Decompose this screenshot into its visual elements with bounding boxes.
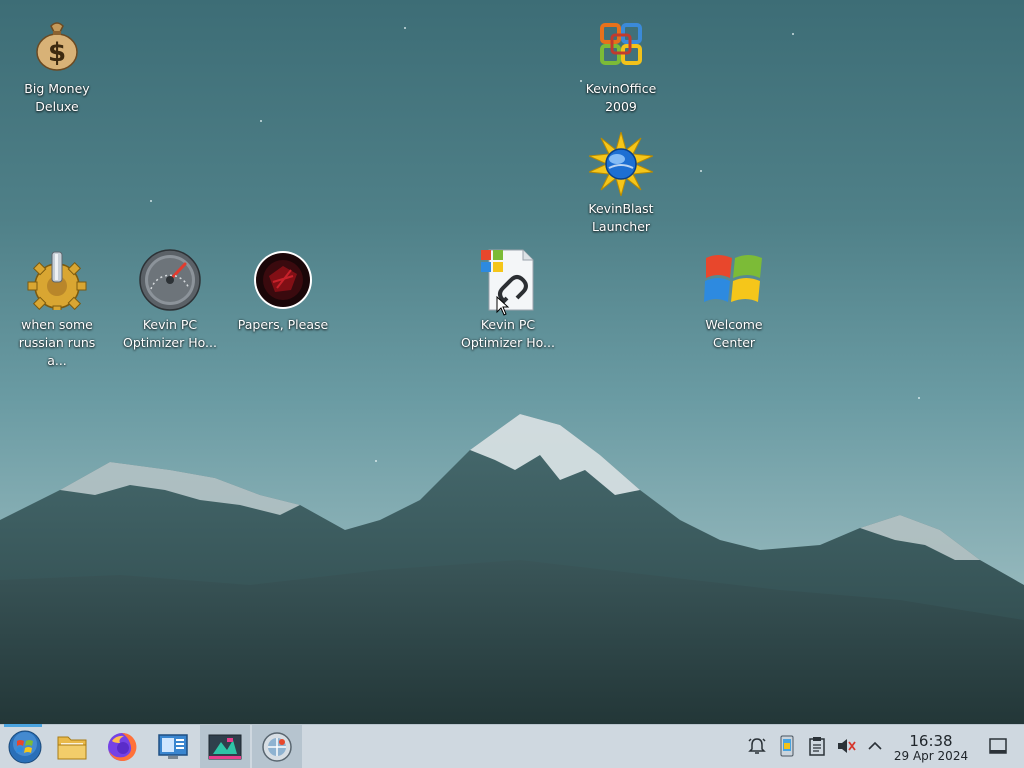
- desktop-icon-label: Kevin PC Optimizer Ho...: [461, 317, 555, 350]
- desktop-icon-label: Welcome Center: [705, 317, 763, 350]
- firefox-icon: [108, 732, 137, 761]
- clipboard-icon: [809, 737, 825, 756]
- active-window-button[interactable]: [252, 725, 302, 768]
- svg-text:$: $: [48, 38, 66, 68]
- taskbar: 16:38 29 Apr 2024: [0, 724, 1024, 768]
- desktop-icon-label: Kevin PC Optimizer Ho...: [123, 317, 217, 350]
- papers-please-icon: [251, 248, 315, 312]
- file-manager-button[interactable]: [47, 725, 97, 768]
- mouse-cursor-icon: [496, 296, 510, 316]
- windows-flag-icon: [702, 248, 766, 312]
- desktop-icon-kevinoffice-2009[interactable]: KevinOffice 2009: [571, 12, 671, 116]
- desktop-icon-label: KevinOffice 2009: [585, 81, 657, 114]
- speedometer-icon: [138, 248, 202, 312]
- desktop-icon-papers-please[interactable]: Papers, Please: [233, 248, 333, 334]
- show-hidden-icons-button[interactable]: [864, 735, 886, 757]
- chevron-up-icon: [868, 741, 882, 750]
- device-button[interactable]: [776, 735, 798, 757]
- show-desktop-button[interactable]: [987, 735, 1009, 757]
- desktop-icon-label: KevinBlast Launcher: [588, 201, 654, 234]
- desktop-icon-big-money-deluxe[interactable]: $ Big Money Deluxe: [7, 12, 107, 116]
- volume-button[interactable]: [835, 735, 857, 757]
- globe-window-icon: [262, 731, 292, 762]
- desktop-icon-welcome-center[interactable]: Welcome Center: [684, 248, 784, 352]
- speaker-muted-icon: [838, 739, 856, 753]
- clipboard-button[interactable]: [806, 735, 828, 757]
- money-bag-icon: $: [25, 12, 89, 76]
- monitor-settings-icon: [158, 733, 188, 759]
- clock-date[interactable]: 29 Apr 2024: [893, 749, 969, 763]
- app-window-button[interactable]: [200, 725, 250, 768]
- desktop-icon-when-some-russian[interactable]: when some russian runs a...: [7, 248, 107, 370]
- alarm-bell-icon: [748, 738, 766, 754]
- clock-time[interactable]: 16:38: [893, 732, 969, 750]
- desktop-icon-kevinblast-launcher[interactable]: KevinBlast Launcher: [571, 132, 671, 236]
- desktop-icon-label: Papers, Please: [237, 317, 329, 332]
- desktop-icon-kevin-pc-optimizer-1[interactable]: Kevin PC Optimizer Ho...: [120, 248, 220, 352]
- mountain-wallpaper: [0, 414, 1024, 724]
- gear-icon: [25, 248, 89, 312]
- app-window-icon: [208, 734, 242, 759]
- sun-globe-icon: [589, 132, 653, 196]
- device-icon: [780, 735, 794, 757]
- firefox-button[interactable]: [97, 725, 147, 768]
- desktop[interactable]: $ Big Money Deluxe KevinOffice 2009 Kevi…: [0, 0, 1024, 724]
- control-panel-button[interactable]: [148, 725, 198, 768]
- show-desktop-icon: [989, 738, 1007, 754]
- start-menu-button[interactable]: [0, 724, 50, 768]
- desktop-icon-label: Big Money Deluxe: [24, 81, 90, 114]
- windows-orb-icon: [8, 730, 42, 763]
- office-logo-icon: [589, 12, 653, 76]
- notifications-button[interactable]: [746, 735, 768, 757]
- desktop-icon-label: when some russian runs a...: [18, 317, 96, 368]
- folder-icon: [57, 736, 87, 759]
